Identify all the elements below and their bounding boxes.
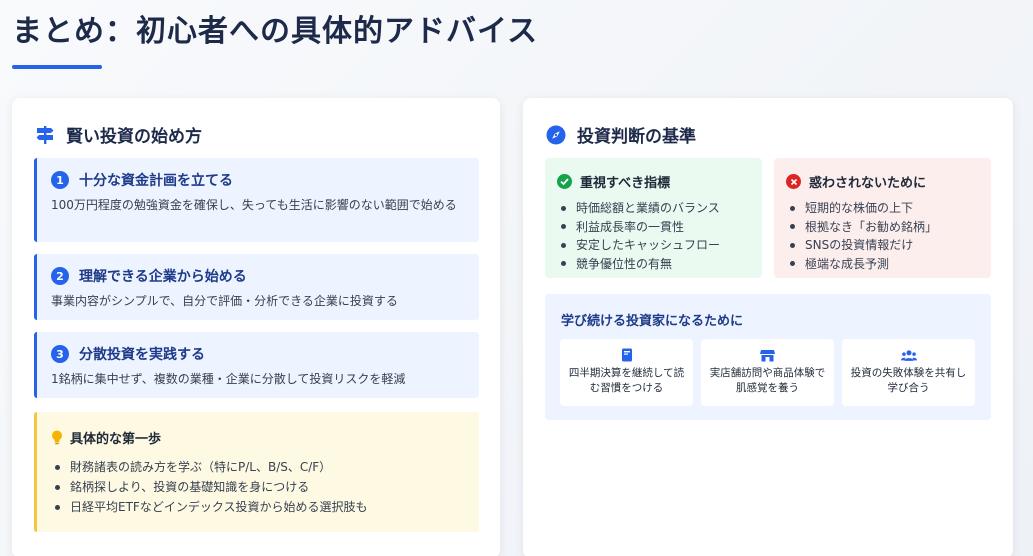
list-item: 銘柄探しより、投資の基礎知識を身につける <box>51 477 465 497</box>
avoid-distractions-list: 短期的な株価の上下 根拠なき「お勧め銘柄」 SNSの投資情報だけ 極端な成長予測 <box>786 199 979 273</box>
learning-tip-quarterly-results: 四半期決算を継続して読む習慣をつける <box>560 339 693 406</box>
list-item: 利益成長率の一貫性 <box>557 218 750 237</box>
smart-investing-heading-text: 賢い投資の始め方 <box>66 127 202 147</box>
investment-criteria-card: 投資判断の基準 重視すべき指標 時価総額と業績のバランス 利益成長率の一貫性 安… <box>523 98 1013 556</box>
step-number-badge: 3 <box>51 345 69 363</box>
book-icon <box>619 348 635 362</box>
step-number-badge: 2 <box>51 267 69 285</box>
key-indicators-box: 重視すべき指標 時価総額と業績のバランス 利益成長率の一貫性 安定したキャッシュ… <box>545 158 762 278</box>
step-description: 100万円程度の勉強資金を確保し、失っても生活に影響のない範囲で始める <box>51 198 457 212</box>
signpost-icon <box>34 124 56 146</box>
list-item: 短期的な株価の上下 <box>786 199 979 218</box>
list-item: 極端な成長予測 <box>786 255 979 274</box>
check-circle-icon <box>557 174 572 189</box>
list-item: 競争優位性の有無 <box>557 255 750 274</box>
continuous-learning-title: 学び続ける投資家になるために <box>561 314 744 329</box>
list-item: SNSの投資情報だけ <box>786 236 979 255</box>
store-icon <box>760 348 776 362</box>
key-indicators-list: 時価総額と業績のバランス 利益成長率の一貫性 安定したキャッシュフロー 競争優位… <box>557 199 750 273</box>
tip-list: 財務諸表の読み方を学ぶ（特にP/L、B/S、C/F） 銘柄探しより、投資の基礎知… <box>51 457 465 517</box>
list-item: 安定したキャッシュフロー <box>557 236 750 255</box>
step-title: 十分な資金計画を立てる <box>79 173 233 189</box>
step-title: 分散投資を実践する <box>79 347 205 363</box>
smart-investing-heading: 賢い投資の始め方 <box>34 122 202 147</box>
step-title: 理解できる企業から始める <box>79 269 247 285</box>
first-step-tip-box: 具体的な第一歩 財務諸表の読み方を学ぶ（特にP/L、B/S、C/F） 銘柄探しよ… <box>34 412 479 532</box>
learning-tip-store-visits: 実店舗訪問や商品体験で肌感覚を養う <box>701 339 834 406</box>
continuous-learning-box: 学び続ける投資家になるために 四半期決算を継続して読む習慣をつける 実店舗訪問や… <box>545 294 991 420</box>
compass-icon <box>545 124 567 146</box>
step-description: 事業内容がシンプルで、自分で評価・分析できる企業に投資する <box>51 294 398 308</box>
title-underline <box>12 65 102 69</box>
step-number-badge: 1 <box>51 171 69 189</box>
criteria-heading-text: 投資判断の基準 <box>577 127 696 147</box>
step-card-1: 1 十分な資金計画を立てる 100万円程度の勉強資金を確保し、失っても生活に影響… <box>34 158 479 242</box>
smart-investing-card: 賢い投資の始め方 1 十分な資金計画を立てる 100万円程度の勉強資金を確保し、… <box>12 98 500 556</box>
list-item: 日経平均ETFなどインデックス投資から始める選択肢も <box>51 497 465 517</box>
criteria-heading: 投資判断の基準 <box>545 122 696 147</box>
page-title: まとめ：初心者への具体的アドバイス <box>12 14 539 49</box>
avoid-distractions-box: 惑わされないために 短期的な株価の上下 根拠なき「お勧め銘柄」 SNSの投資情報… <box>774 158 991 278</box>
key-indicators-title: 重視すべき指標 <box>580 176 671 191</box>
tip-title: 具体的な第一歩 <box>70 432 162 447</box>
lightbulb-icon <box>51 430 63 445</box>
x-circle-icon <box>786 174 801 189</box>
avoid-distractions-title: 惑わされないために <box>809 176 927 191</box>
list-item: 時価総額と業績のバランス <box>557 199 750 218</box>
users-icon <box>900 348 917 362</box>
learning-tip-share-failures: 投資の失敗体験を共有し学び合う <box>842 339 975 406</box>
step-description: 1銘柄に集中せず、複数の業種・企業に分散して投資リスクを軽減 <box>51 372 406 386</box>
list-item: 財務諸表の読み方を学ぶ（特にP/L、B/S、C/F） <box>51 457 465 477</box>
step-card-2: 2 理解できる企業から始める 事業内容がシンプルで、自分で評価・分析できる企業に… <box>34 254 479 320</box>
list-item: 根拠なき「お勧め銘柄」 <box>786 218 979 237</box>
step-card-3: 3 分散投資を実践する 1銘柄に集中せず、複数の業種・企業に分散して投資リスクを… <box>34 332 479 398</box>
